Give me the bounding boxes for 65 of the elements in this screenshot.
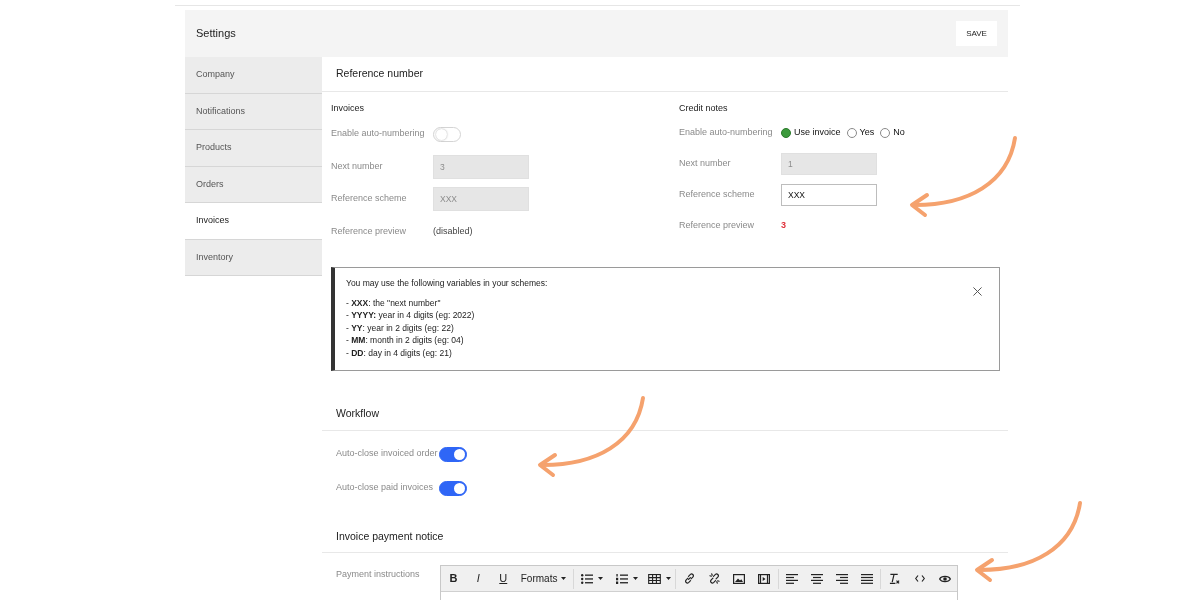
table-icon	[647, 573, 661, 584]
align-center-icon	[811, 573, 824, 584]
numbered-list-icon	[615, 573, 628, 584]
toggle-label: Auto-close invoiced order	[336, 447, 438, 461]
toggle-switch[interactable]	[439, 480, 467, 496]
image-icon	[733, 573, 746, 584]
radio-label: Yes	[859, 126, 875, 140]
variable-description: - YY: year in 2 digits (eg: 22)	[346, 321, 454, 334]
radio-button[interactable]	[880, 128, 891, 138]
save-button[interactable]: SAVE	[956, 21, 997, 46]
sidebar-item[interactable]: Orders	[185, 166, 322, 203]
align-left-icon	[786, 573, 799, 584]
preview-value: (disabled)	[433, 224, 473, 238]
broken-link-icon	[708, 573, 720, 584]
sidebar-item[interactable]: Products	[185, 130, 322, 167]
radio-label: Use invoice	[794, 126, 841, 140]
align-right-icon	[836, 573, 848, 584]
eye-icon	[938, 574, 951, 583]
code-icon	[914, 575, 925, 582]
variable-description: - DD: day in 4 digits (eg: 21)	[346, 346, 452, 359]
underline-button[interactable]: U	[490, 567, 516, 590]
sidebar-item[interactable]: Company	[185, 57, 322, 94]
close-button[interactable]	[970, 284, 984, 299]
caret-icon	[561, 577, 567, 580]
page-title: Settings	[196, 26, 236, 42]
toggle-label: Auto-close paid invoices	[336, 481, 434, 495]
column-title: Invoices	[331, 102, 365, 116]
rich-text-editor[interactable]: B I U Formats	[440, 565, 958, 600]
radio-button[interactable]	[781, 128, 791, 138]
sidebar-item[interactable]: Inventory	[185, 239, 322, 276]
caret-icon	[632, 577, 638, 580]
field-label: Reference preview	[331, 224, 407, 238]
italic-button[interactable]: I	[465, 567, 491, 590]
clear-formatting-icon	[889, 573, 901, 584]
align-justify-icon	[860, 573, 873, 584]
sidebar-item[interactable]: Notifications	[185, 93, 322, 130]
field-label: Payment instructions	[336, 568, 420, 580]
section-title: Workflow	[336, 406, 379, 422]
variable-description: - XXX: the "next number"	[346, 296, 441, 309]
bold-button[interactable]: B	[441, 567, 466, 590]
caret-icon	[665, 577, 671, 580]
field-label: Next number	[679, 157, 731, 171]
field-label: Enable auto-numbering	[331, 127, 425, 141]
radio-button[interactable]	[846, 128, 857, 138]
variable-description: - YYYY: year in 4 digits (eg: 2022)	[346, 309, 475, 322]
preview-value: 3	[781, 219, 786, 233]
close-icon	[972, 287, 982, 296]
section-title: Reference number	[336, 66, 423, 82]
field-label: Reference scheme	[331, 192, 407, 206]
video-icon	[758, 573, 771, 584]
formats-dropdown[interactable]: Formats	[515, 567, 572, 590]
section-title: Invoice payment notice	[336, 528, 444, 544]
field-label: Reference scheme	[679, 188, 755, 202]
field-label: Next number	[331, 159, 383, 173]
radio-label: No	[893, 126, 905, 140]
field-label: Enable auto-numbering	[679, 126, 773, 140]
variable-description: - MM: month in 2 digits (eg: 04)	[346, 334, 464, 347]
caret-icon	[597, 577, 603, 580]
info-text: You may use the following variables in your schemes:	[346, 276, 548, 289]
link-icon	[684, 573, 696, 584]
toggle-switch[interactable]	[439, 446, 467, 462]
bullet-list-icon	[580, 573, 593, 584]
text-field[interactable]: XXX	[781, 184, 877, 206]
column-title: Credit notes	[679, 102, 728, 116]
field-label: Reference preview	[679, 219, 755, 233]
